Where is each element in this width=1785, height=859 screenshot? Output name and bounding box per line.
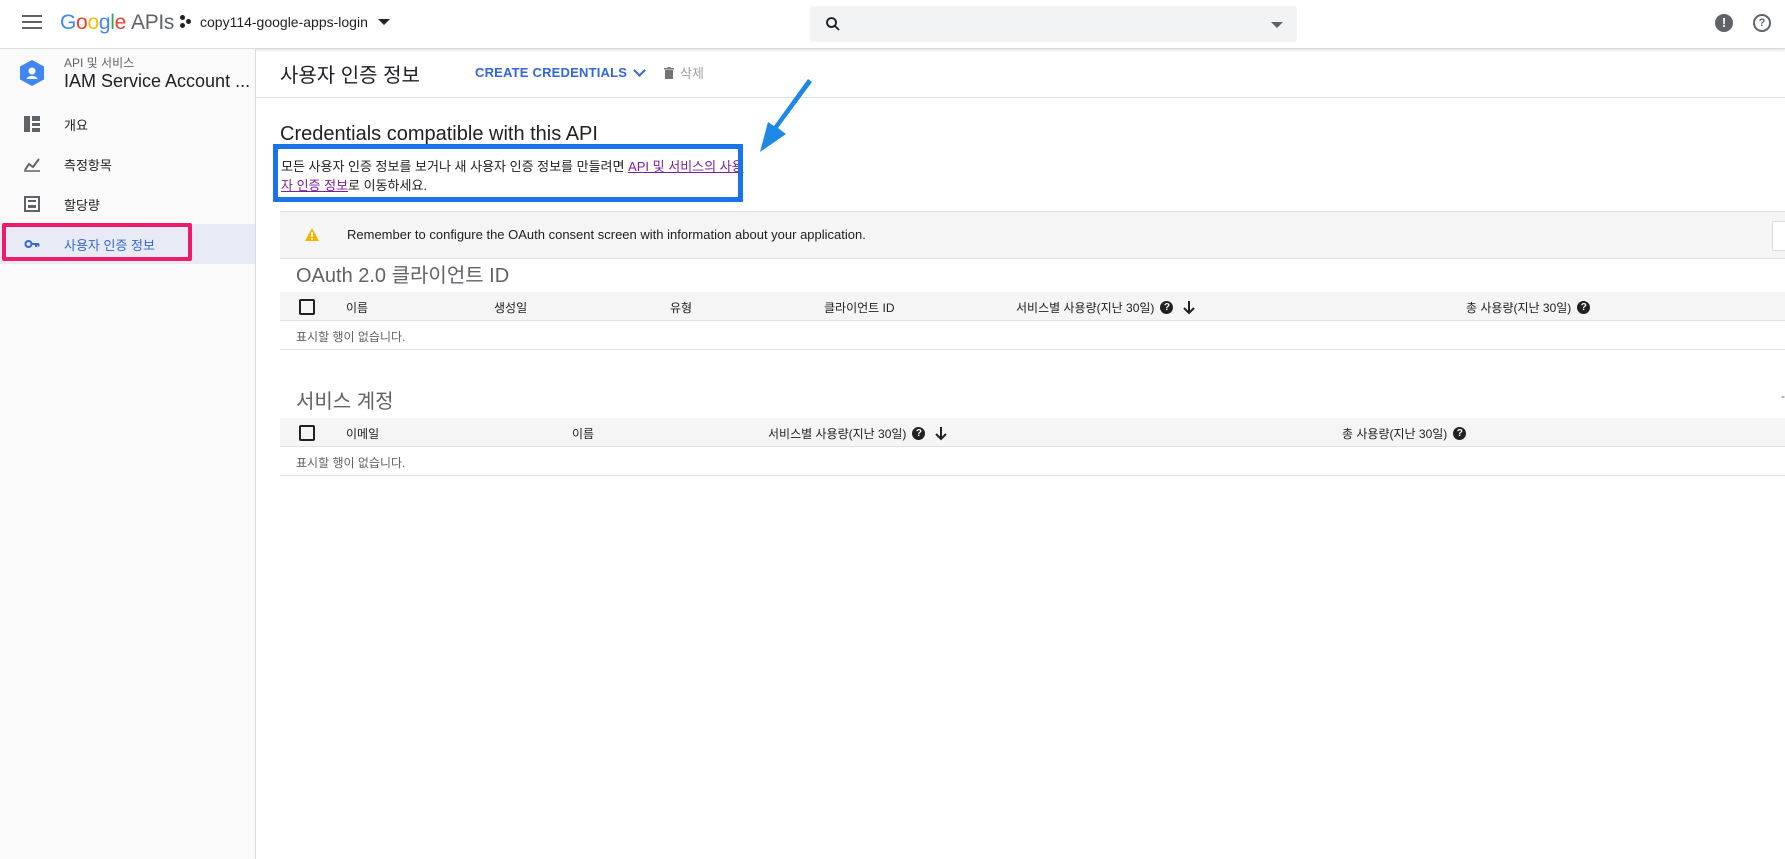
delete-button[interactable]: 삭제	[664, 63, 704, 82]
search-bar[interactable]	[810, 6, 1297, 44]
help-icon[interactable]: ?	[1753, 14, 1771, 32]
search-icon	[826, 17, 840, 31]
column-header-usage-by-service[interactable]: 서비스별 사용량(지난 30일) ?	[768, 425, 948, 442]
sidebar-item-quota[interactable]: 할당량	[0, 184, 255, 224]
help-icon[interactable]: ?	[912, 427, 926, 440]
page-toolbar: 사용자 인증 정보 CREATE CREDENTIALS 삭제	[256, 49, 1785, 98]
dashboard-icon	[24, 116, 40, 132]
sidebar: API 및 서비스 IAM Service Account ... 개요 측정항…	[0, 49, 256, 859]
sidebar-title: IAM Service Account ...	[64, 71, 251, 91]
empty-message: 표시할 행이 없습니다.	[296, 456, 406, 470]
empty-message: 표시할 행이 없습니다.	[296, 330, 406, 344]
annotation-arrow	[760, 79, 812, 152]
project-icon	[180, 15, 192, 29]
feedback-icon[interactable]: !	[1715, 14, 1733, 32]
service-accounts-table-header: 이메일 이름 서비스별 사용량(지난 30일) ? 총 사용량(지난 30일) …	[280, 418, 1785, 447]
logo-apis-text: APIs	[130, 11, 175, 34]
select-all-checkbox[interactable]	[299, 299, 315, 315]
search-input[interactable]	[854, 6, 1258, 44]
sort-down-icon[interactable]	[1183, 300, 1196, 315]
create-credentials-button[interactable]: CREATE CREDENTIALS	[475, 63, 647, 80]
top-app-bar: Google APIs copy114-google-apps-login ! ?	[0, 0, 1785, 49]
menu-icon[interactable]	[22, 15, 42, 31]
create-credentials-label: CREATE CREDENTIALS	[475, 65, 628, 80]
oauth-section-title: OAuth 2.0 클라이언트 ID	[296, 265, 510, 287]
page-title: 사용자 인증 정보	[280, 65, 420, 87]
warning-banner: Remember to configure the OAuth consent …	[280, 211, 1785, 259]
chevron-down-icon	[633, 63, 647, 77]
empty-row: 표시할 행이 없습니다.	[280, 321, 1785, 350]
column-label: 서비스별 사용량(지난 30일)	[768, 427, 907, 441]
service-accounts-section-title: 서비스 계정	[296, 391, 394, 413]
trash-icon	[664, 66, 674, 79]
api-hex-icon	[20, 60, 44, 86]
sidebar-subtitle: API 및 서비스	[64, 56, 135, 70]
search-options-icon[interactable]	[1271, 22, 1283, 28]
column-header-type[interactable]: 유형	[670, 299, 692, 316]
select-all-checkbox[interactable]	[299, 425, 315, 441]
column-header-name[interactable]: 이름	[572, 425, 594, 442]
banner-message: Remember to configure the OAuth consent …	[347, 227, 866, 242]
column-label: 총 사용량(지난 30일)	[1342, 427, 1448, 441]
sidebar-item-label: 개요	[64, 117, 88, 133]
help-icon[interactable]: ?	[1577, 301, 1591, 314]
column-label: 총 사용량(지난 30일)	[1466, 301, 1572, 315]
sidebar-item-metrics[interactable]: 측정항목	[0, 144, 255, 184]
help-icon[interactable]: ?	[1453, 427, 1467, 440]
column-header-total-usage[interactable]: 총 사용량(지난 30일) ?	[1342, 425, 1467, 442]
empty-row: 표시할 행이 없습니다.	[280, 447, 1785, 476]
credentials-heading: Credentials compatible with this API	[280, 123, 598, 145]
sidebar-item-overview[interactable]: 개요	[0, 104, 255, 144]
project-name: copy114-google-apps-login	[200, 14, 368, 30]
project-selector[interactable]: copy114-google-apps-login	[180, 14, 390, 30]
column-header-email[interactable]: 이메일	[346, 425, 379, 442]
column-header-created[interactable]: 생성일	[494, 299, 527, 316]
google-apis-logo[interactable]: Google APIs	[60, 11, 174, 35]
sort-down-icon[interactable]	[935, 426, 948, 441]
banner-action-button[interactable]	[1772, 221, 1785, 251]
main-content: 사용자 인증 정보 CREATE CREDENTIALS 삭제 Credenti…	[256, 49, 1785, 859]
warning-icon	[305, 228, 319, 241]
column-header-total-usage[interactable]: 총 사용량(지난 30일) ?	[1466, 299, 1591, 316]
quota-icon	[24, 196, 40, 212]
metrics-icon	[24, 158, 40, 172]
column-label: 서비스별 사용량(지난 30일)	[1016, 301, 1155, 315]
manage-service-accounts-link[interactable]: ‐	[1781, 389, 1785, 403]
sidebar-item-label: 할당량	[64, 197, 100, 213]
help-icon[interactable]: ?	[1160, 301, 1174, 314]
column-header-name[interactable]: 이름	[346, 299, 368, 316]
highlight-box-info	[273, 144, 743, 202]
delete-label: 삭제	[680, 66, 704, 81]
sidebar-item-label: 측정항목	[64, 157, 112, 173]
column-header-client-id[interactable]: 클라이언트 ID	[824, 299, 895, 316]
highlight-box-credentials	[2, 223, 192, 261]
chevron-down-icon	[377, 19, 390, 25]
sidebar-header: API 및 서비스 IAM Service Account ...	[0, 49, 255, 95]
column-header-usage-by-service[interactable]: 서비스별 사용량(지난 30일) ?	[1016, 299, 1196, 316]
oauth-table-header: 이름 생성일 유형 클라이언트 ID 서비스별 사용량(지난 30일) ? 총 …	[280, 292, 1785, 321]
